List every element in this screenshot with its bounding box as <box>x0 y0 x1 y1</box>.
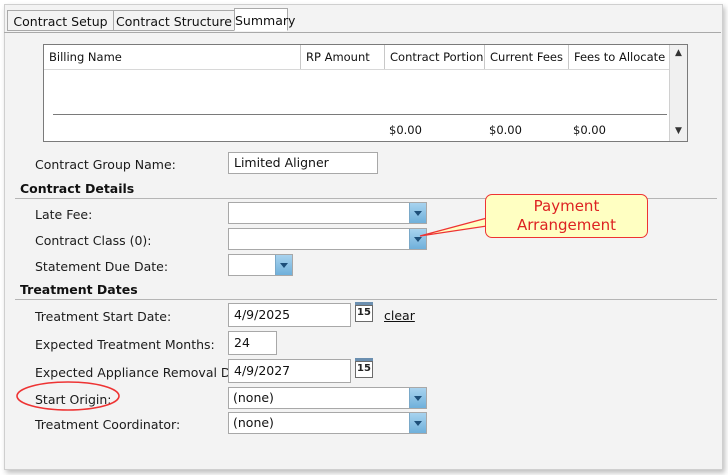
treatment-coordinator-dropdown[interactable]: (none) <box>228 412 427 434</box>
expected-treatment-months-input[interactable]: 24 <box>228 331 277 355</box>
treatment-coordinator-value: (none) <box>233 415 274 430</box>
statement-due-date-dropdown[interactable] <box>228 254 293 276</box>
chevron-down-icon[interactable] <box>409 203 426 223</box>
callout-line-1: Payment <box>533 197 600 215</box>
callout-line-2: Arrangement <box>516 216 616 234</box>
column-fees-to-allocate[interactable]: Fees to Allocate <box>569 45 671 69</box>
treatment-start-date-input[interactable]: 4/9/2025 <box>228 303 351 327</box>
payment-arrangement-callout: Payment Arrangement <box>485 194 648 238</box>
late-fee-label: Late Fee: <box>35 207 93 222</box>
start-origin-value: (none) <box>233 390 274 405</box>
billing-grid[interactable]: Billing Name RP Amount Contract Portion … <box>43 44 688 142</box>
total-contract-portion: $0.00 <box>389 123 422 137</box>
chevron-down-icon[interactable] <box>409 388 426 408</box>
grid-total-separator <box>53 114 667 115</box>
calendar-icon[interactable]: 15 <box>355 358 373 378</box>
grid-header: Billing Name RP Amount Contract Portion … <box>44 45 671 70</box>
contract-class-dropdown[interactable] <box>228 228 427 250</box>
contract-details-heading: Contract Details <box>20 181 135 196</box>
tab-contract-structure[interactable]: Contract Structure <box>113 10 235 31</box>
column-contract-portion[interactable]: Contract Portion <box>385 45 485 69</box>
start-origin-label: Start Origin: <box>35 392 112 407</box>
tab-summary[interactable]: Summary <box>234 8 295 31</box>
total-fees-to-allocate: $0.00 <box>573 123 606 137</box>
contract-group-name-label: Contract Group Name: <box>35 157 176 172</box>
column-rp-amount[interactable]: RP Amount <box>301 45 385 69</box>
statement-due-date-label: Statement Due Date: <box>35 259 169 274</box>
expected-treatment-months-label: Expected Treatment Months: <box>35 337 215 352</box>
scroll-down-icon[interactable]: ▼ <box>673 126 684 136</box>
total-current-fees: $0.00 <box>489 123 522 137</box>
scroll-up-icon[interactable]: ▲ <box>673 48 684 58</box>
late-fee-dropdown[interactable] <box>228 202 427 224</box>
grid-vertical-scrollbar[interactable]: ▲ ▼ <box>669 45 687 141</box>
chevron-down-icon[interactable] <box>409 413 426 433</box>
calendar-icon[interactable]: 15 <box>355 302 373 322</box>
column-current-fees[interactable]: Current Fees <box>485 45 569 69</box>
start-origin-dropdown[interactable]: (none) <box>228 387 427 409</box>
chevron-down-icon[interactable] <box>275 255 292 275</box>
column-billing-name[interactable]: Billing Name <box>44 45 301 69</box>
treatment-coordinator-label: Treatment Coordinator: <box>35 417 181 432</box>
treatment-start-date-label: Treatment Start Date: <box>35 309 172 324</box>
expected-removal-date-input[interactable]: 4/9/2027 <box>228 359 351 383</box>
contract-class-label: Contract Class (0): <box>35 233 152 248</box>
chevron-down-icon[interactable] <box>409 229 426 249</box>
tab-strip-border <box>4 32 721 33</box>
contract-group-name-input[interactable]: Limited Aligner <box>228 152 378 174</box>
treatment-dates-heading: Treatment Dates <box>20 282 138 297</box>
expected-removal-date-label: Expected Appliance Removal Date: <box>35 365 256 380</box>
treatment-dates-divider <box>15 299 717 300</box>
tab-contract-setup[interactable]: Contract Setup <box>7 10 114 31</box>
clear-start-date-link[interactable]: clear <box>384 308 415 323</box>
